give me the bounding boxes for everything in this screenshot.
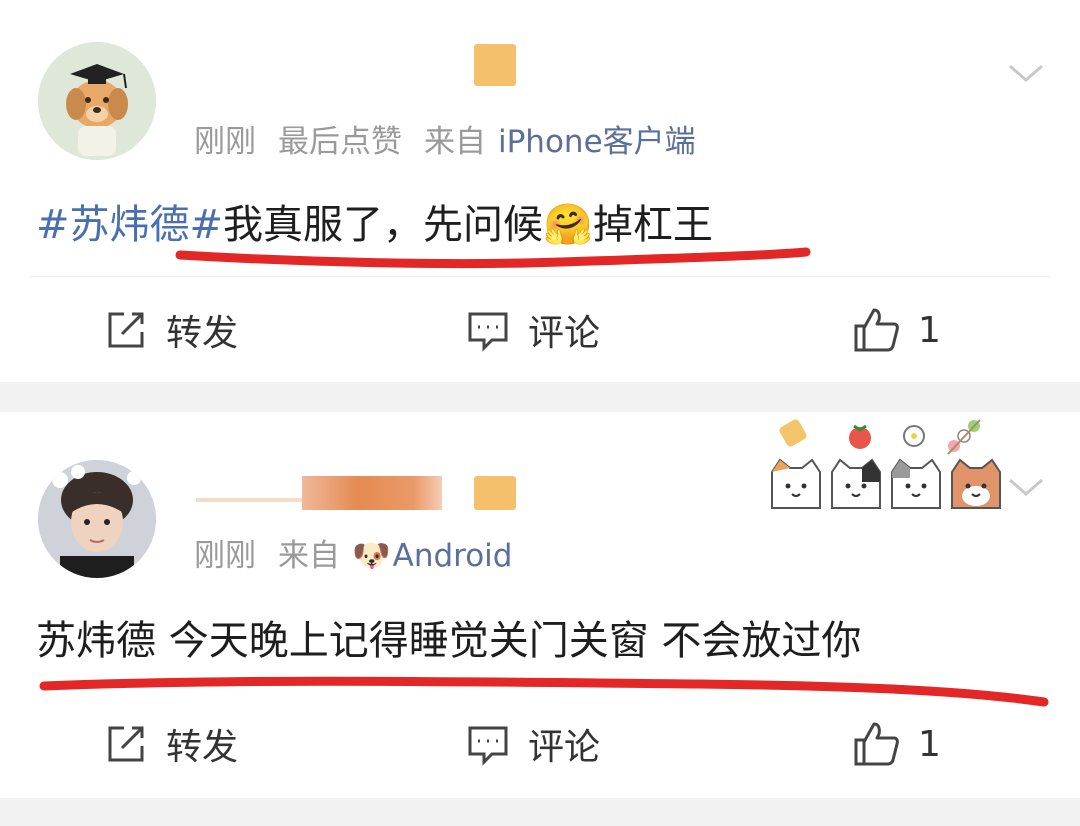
- comment-icon: [468, 726, 508, 766]
- comment-button[interactable]: 评论: [466, 300, 600, 360]
- post-card: 刚刚 来自 🐶Android 苏炜德 今天晚上记得睡觉关门关窗 不会放过你 转发 评…: [0, 412, 1080, 798]
- like-icon: [854, 308, 899, 352]
- username-blurred[interactable]: [196, 476, 446, 510]
- cat-sticker-decoration: [768, 416, 1008, 516]
- dog-emoji-icon: 🐶: [352, 538, 391, 574]
- post-source[interactable]: iPhone客户端: [498, 124, 696, 160]
- like-count: 1: [918, 309, 941, 351]
- user-badge: [474, 44, 516, 86]
- from-label: 来自: [424, 124, 486, 160]
- post-content: #苏炜德#我真服了，先问候🤗掉杠王: [36, 192, 713, 250]
- comment-label: 评论: [528, 313, 601, 354]
- divider: [30, 276, 1050, 277]
- action-bar: 转发 评论 1: [0, 300, 1080, 360]
- content-text: 我真服了，先问候: [223, 202, 544, 248]
- comment-button[interactable]: 评论: [466, 714, 600, 774]
- repost-icon: [108, 312, 144, 348]
- avatar[interactable]: [38, 460, 156, 578]
- action-bar: 转发 评论 1: [0, 714, 1080, 774]
- like-icon: [854, 722, 899, 766]
- post-card: 刚刚 最后点赞 来自 iPhone客户端 #苏炜德#我真服了，先问候🤗掉杠王 转发: [0, 0, 1080, 382]
- like-button[interactable]: 1: [852, 300, 941, 360]
- topic-link[interactable]: #苏炜德#: [36, 202, 223, 248]
- comment-icon: [468, 312, 508, 352]
- repost-button[interactable]: 转发: [104, 714, 238, 774]
- last-like-label: 最后点赞: [278, 124, 402, 160]
- hug-emoji-icon: 🤗: [543, 202, 593, 248]
- repost-label: 转发: [166, 727, 239, 768]
- repost-button[interactable]: 转发: [104, 300, 238, 360]
- content-text-tail: 掉杠王: [592, 202, 713, 248]
- like-button[interactable]: 1: [852, 714, 941, 774]
- post-time: 刚刚: [194, 538, 256, 574]
- repost-label: 转发: [166, 313, 239, 354]
- chevron-down-icon[interactable]: [1006, 52, 1046, 92]
- post-meta: 刚刚 来自 🐶Android: [194, 530, 512, 575]
- chevron-down-icon[interactable]: [1006, 466, 1046, 506]
- post-time: 刚刚: [194, 124, 256, 160]
- post-content: 苏炜德 今天晚上记得睡觉关门关窗 不会放过你: [36, 618, 862, 664]
- repost-icon: [108, 726, 144, 762]
- post-meta: 刚刚 最后点赞 来自 iPhone客户端: [194, 116, 696, 161]
- post-source[interactable]: Android: [393, 538, 513, 574]
- like-count: 1: [918, 723, 941, 765]
- avatar[interactable]: [38, 42, 156, 160]
- comment-label: 评论: [528, 727, 601, 768]
- from-label: 来自: [278, 538, 340, 574]
- user-badge: [474, 476, 516, 510]
